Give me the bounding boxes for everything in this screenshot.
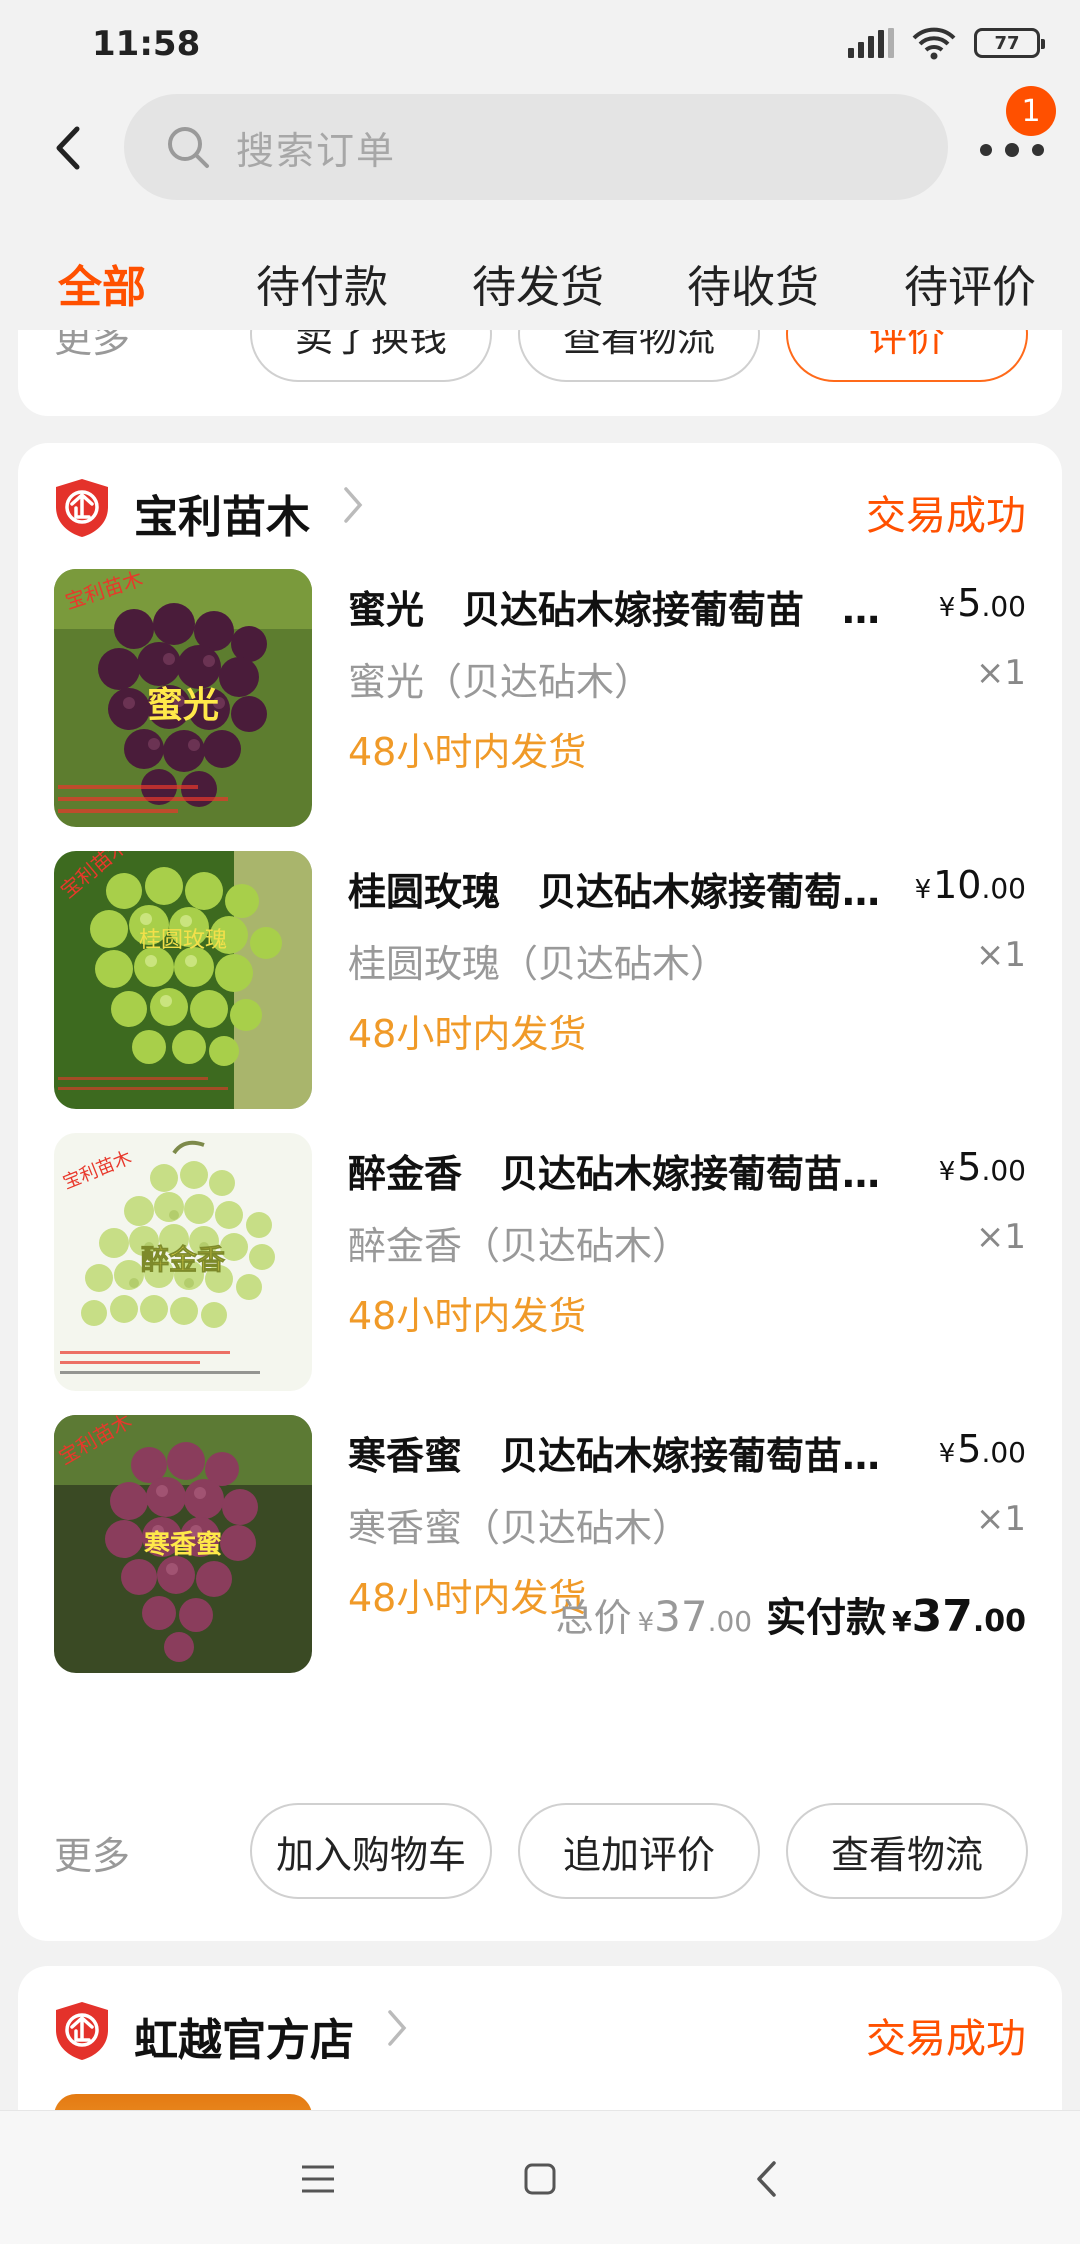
home-square-icon[interactable]: [512, 2151, 568, 2207]
order-card: 宝利苗木 交易成功 宝利苗木 蜜光 蜜光 贝达砧木嫁接葡萄苗 … ¥5.00 蜜…: [18, 443, 1062, 1941]
item-sku: 寒香蜜（贝达砧木）: [348, 1506, 691, 1550]
nav-back-icon[interactable]: [738, 2151, 794, 2207]
item-qty: ×1: [975, 1217, 1026, 1257]
thumb-label: 寒香蜜: [144, 1529, 222, 1559]
tab-all[interactable]: 全部: [58, 251, 146, 315]
enterprise-shield-icon: [56, 2002, 108, 2060]
order-tabs: 全部 待付款 待发货 待收货 待评价: [0, 235, 1080, 330]
track-shipment-button[interactable]: 查看物流: [786, 1803, 1028, 1899]
product-image[interactable]: 宝利苗木 醉金香: [54, 1133, 312, 1391]
battery-icon: 77: [974, 28, 1045, 58]
item-title[interactable]: 桂圆玫瑰 贝达砧木嫁接葡萄…: [348, 861, 908, 916]
item-sku: 蜜光（贝达砧木）: [348, 660, 653, 704]
item-price: ¥10.00: [914, 863, 1026, 907]
item-price: ¥5.00: [938, 1145, 1026, 1189]
item-shipping: 48小时内发货: [348, 1294, 587, 1338]
paid-label: 实付款: [766, 1595, 887, 1641]
back-arrow-icon: [56, 126, 80, 170]
system-nav-bar: [0, 2110, 1080, 2244]
signal-icon: [848, 28, 894, 58]
status-icons: 77: [848, 26, 1045, 60]
product-image[interactable]: [54, 2094, 312, 2110]
review-button[interactable]: 评价: [786, 330, 1028, 382]
menu-icon[interactable]: [290, 2151, 346, 2207]
order-status: 交易成功: [866, 2016, 1026, 2062]
order-item[interactable]: 宝利苗木 蜜光 蜜光 贝达砧木嫁接葡萄苗 … ¥5.00 蜜光（贝达砧木） ×1…: [54, 569, 1026, 827]
shop-header[interactable]: 虹越官方店 交易成功: [54, 1996, 1026, 2066]
order-card-previous: 更多 卖了换钱 查看物流 评价: [18, 330, 1062, 416]
wifi-icon: [912, 27, 956, 60]
order-list[interactable]: 更多 卖了换钱 查看物流 评价 宝利苗木 交易成功 宝利苗木 蜜光 蜜光 贝达砧…: [0, 330, 1080, 2110]
add-review-button[interactable]: 追加评价: [518, 1803, 760, 1899]
chevron-right-icon: [344, 487, 363, 523]
order-item[interactable]: 宝利苗木 醉金香 醉金香 贝达砧木嫁接葡萄苗… ¥5.00 醉金香（贝达砧木） …: [54, 1133, 1026, 1391]
thumb-label: 蜜光: [147, 684, 219, 725]
status-bar: 11:58 77: [0, 0, 1080, 90]
item-title[interactable]: 蜜光 贝达砧木嫁接葡萄苗 …: [348, 579, 908, 634]
tab-pending-shipment[interactable]: 待发货: [472, 251, 604, 315]
search-placeholder: 搜索订单: [236, 128, 397, 173]
shop-header[interactable]: 宝利苗木 交易成功: [54, 473, 1026, 543]
product-image[interactable]: 宝利苗木 蜜光: [54, 569, 312, 827]
product-image[interactable]: 宝利苗木 寒香蜜: [54, 1415, 312, 1673]
paid-amount: ¥37.00: [892, 1591, 1026, 1642]
more-link[interactable]: 更多: [54, 1825, 130, 1880]
thumb-label: 醉金香: [141, 1243, 225, 1275]
item-price: ¥5.00: [938, 581, 1026, 625]
enterprise-shield-icon: [56, 479, 108, 537]
total-label: 总价: [555, 1596, 632, 1640]
tab-pending-review[interactable]: 待评价: [904, 251, 1036, 315]
track-shipment-button[interactable]: 查看物流: [518, 330, 760, 382]
order-item[interactable]: 宝利苗木 桂圆玫瑰 桂圆玫瑰 贝达砧木嫁接葡萄… ¥10.00 桂圆玫瑰（贝达砧…: [54, 851, 1026, 1109]
shop-name[interactable]: 宝利苗木: [134, 481, 310, 545]
tab-pending-receipt[interactable]: 待收货: [687, 251, 819, 315]
thumb-label: 桂圆玫瑰: [139, 927, 227, 952]
item-qty: ×1: [975, 653, 1026, 693]
item-title[interactable]: 醉金香 贝达砧木嫁接葡萄苗…: [348, 1143, 908, 1198]
order-actions: 更多 加入购物车 追加评价 查看物流: [18, 1803, 1062, 1899]
add-to-cart-button[interactable]: 加入购物车: [250, 1803, 492, 1899]
notification-badge: 1: [1006, 86, 1056, 136]
item-sku: 桂圆玫瑰（贝达砧木）: [348, 942, 729, 986]
total-amount: ¥37.00: [637, 1592, 753, 1641]
search-header: 搜索订单: [0, 90, 1080, 210]
order-card-next: 虹越官方店 交易成功: [18, 1966, 1062, 2110]
item-shipping: 48小时内发货: [348, 730, 587, 774]
item-shipping: 48小时内发货: [348, 1576, 587, 1620]
item-price: ¥5.00: [938, 1427, 1026, 1471]
tab-pending-payment[interactable]: 待付款: [256, 251, 388, 315]
item-qty: ×1: [975, 1499, 1026, 1539]
shop-name[interactable]: 虹越官方店: [134, 2004, 354, 2068]
sell-button[interactable]: 卖了换钱: [250, 330, 492, 382]
item-title[interactable]: 寒香蜜 贝达砧木嫁接葡萄苗…: [348, 1425, 908, 1480]
product-image[interactable]: 宝利苗木 桂圆玫瑰: [54, 851, 312, 1109]
back-button[interactable]: [44, 120, 92, 176]
more-dots-icon[interactable]: [980, 130, 1044, 170]
order-totals: 总价 ¥37.00 实付款 ¥37.00: [556, 1585, 1026, 1643]
item-qty: ×1: [975, 935, 1026, 975]
order-status: 交易成功: [866, 493, 1026, 539]
order-actions: 更多 卖了换钱 查看物流 评价: [18, 330, 1062, 382]
status-time: 11:58: [92, 24, 201, 64]
search-input[interactable]: 搜索订单: [124, 94, 948, 200]
chevron-right-icon: [388, 2010, 407, 2046]
search-icon: [168, 127, 209, 168]
item-sku: 醉金香（贝达砧木）: [348, 1224, 691, 1268]
item-shipping: 48小时内发货: [348, 1012, 587, 1056]
more-link[interactable]: 更多: [54, 330, 130, 363]
